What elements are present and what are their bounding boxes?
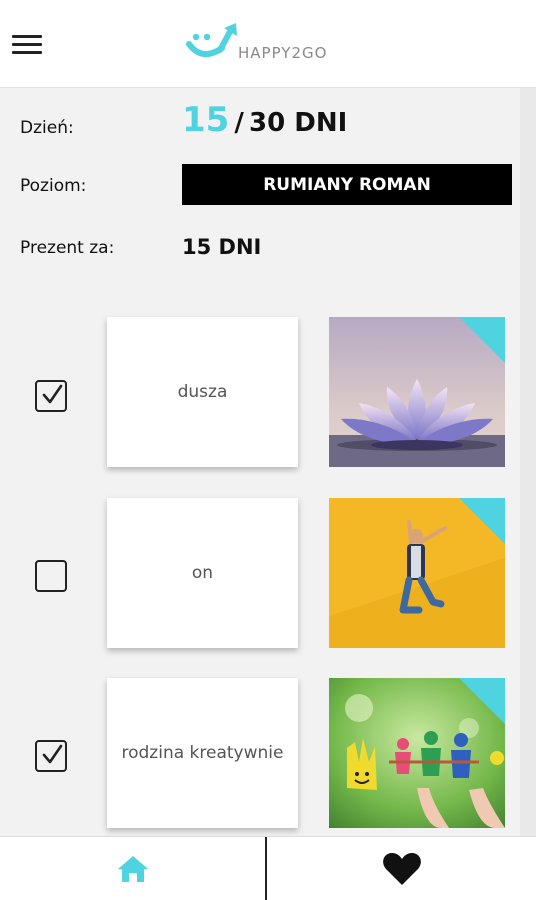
task-row: on [0,498,520,650]
level-label: Poziom: [20,176,87,196]
bottom-nav [0,836,536,900]
gift-label: Prezent za: [20,238,115,258]
level-badge[interactable]: RUMIANY ROMAN [182,164,512,205]
checkmark-icon [42,744,63,764]
home-icon [118,856,148,882]
hamburger-menu-icon[interactable] [12,33,42,55]
checkmark-icon [42,384,63,404]
favorites-nav-button[interactable] [268,837,536,900]
app-logo: HAPPY2GO [186,20,356,66]
scroll-track [520,88,536,836]
corner-accent [459,678,505,724]
day-separator: / [234,108,244,138]
logo-text: HAPPY2GO [238,44,328,62]
day-progress: 15 / 30 DNI [182,100,347,140]
nav-divider [265,837,267,900]
logo-mark [186,23,237,57]
task-checkbox-checked[interactable] [35,380,67,412]
painted-hands-family-photo[interactable] [329,678,505,828]
day-label: Dzień: [20,118,74,138]
main-content: Dzień: 15 / 30 DNI Poziom: RUMIANY ROMAN… [0,88,520,836]
jumping-man-photo[interactable] [329,498,505,648]
task-card[interactable]: rodzina kreatywnie [107,678,298,828]
task-card[interactable]: on [107,498,298,648]
corner-accent [459,498,505,544]
corner-accent [459,317,505,363]
top-bar: HAPPY2GO [0,0,536,88]
day-total: 30 DNI [249,108,348,138]
task-card[interactable]: dusza [107,317,298,467]
task-row: dusza [0,317,520,469]
task-row: rodzina kreatywnie [0,678,520,830]
lotus-flower-photo[interactable] [329,317,505,467]
heart-icon [383,853,421,885]
task-checkbox-checked[interactable] [35,740,67,772]
task-checkbox-unchecked[interactable] [35,560,67,592]
home-nav-button[interactable] [0,837,266,900]
day-current: 15 [182,100,230,140]
gift-value: 15 DNI [182,235,262,259]
